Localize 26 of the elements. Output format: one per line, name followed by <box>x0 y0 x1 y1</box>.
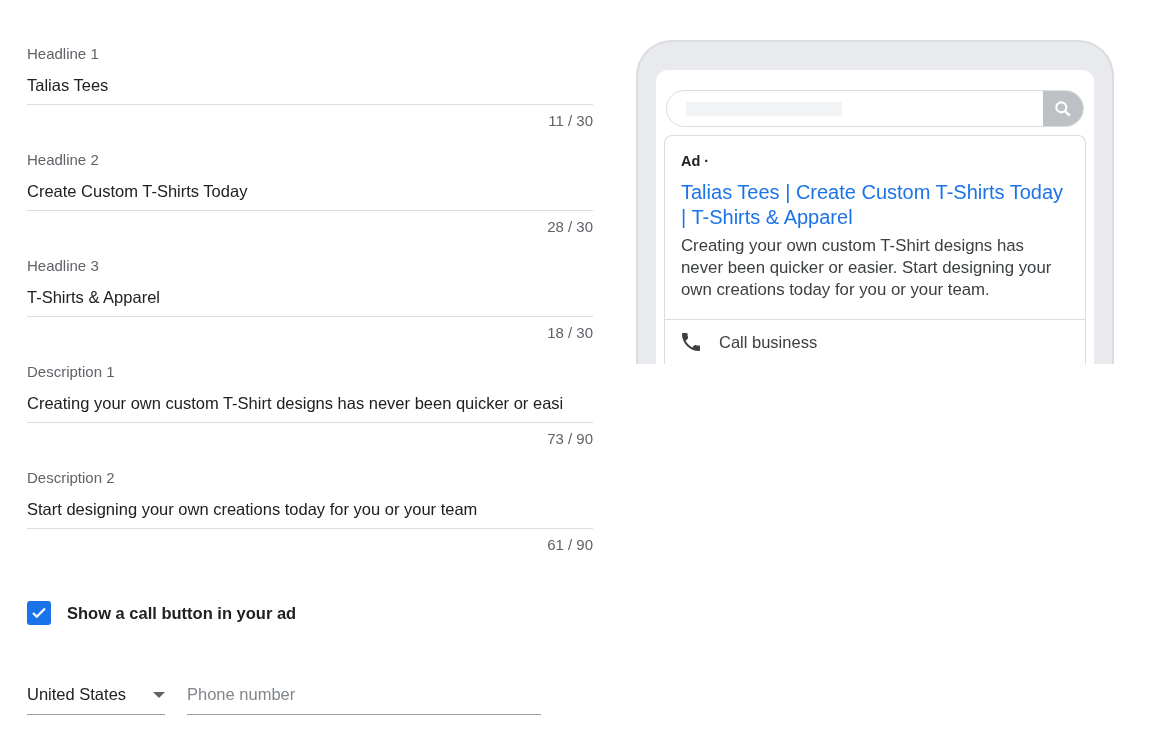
checkbox-label: Show a call button in your ad <box>67 603 297 623</box>
field-label: Headline 2 <box>27 151 100 169</box>
phone-icon <box>679 330 703 354</box>
text-field[interactable]: Start designing your own creations today for you or your team <box>27 499 593 529</box>
character-counter: 73 / 90 <box>547 430 593 448</box>
character-counter: 61 / 90 <box>547 536 593 554</box>
country-dropdown[interactable]: United States <box>27 681 165 715</box>
field-label: Headline 3 <box>27 257 100 275</box>
text-field[interactable]: Talias Tees <box>27 75 593 105</box>
text-field[interactable]: Creating your own custom T-Shirt designs has never been quicker or easi <box>27 393 593 423</box>
search-button[interactable] <box>1043 91 1083 126</box>
ad-description: Creating your own custom T-Shirt designs has never been quicker or easier. Start designing your own creations today for you or your team. <box>681 235 1053 301</box>
character-counter: 11 / 30 <box>548 112 593 130</box>
field-label: Description 1 <box>27 363 116 381</box>
text-field[interactable]: Create Custom T-Shirts Today <box>27 181 593 211</box>
ad-headline[interactable]: Talias Tees | Create Custom T-Shirts Today | T-Shirts & Apparel <box>681 180 1069 230</box>
ad-label: Ad · <box>681 153 711 169</box>
field-label: Headline 1 <box>27 45 100 63</box>
character-counter: 28 / 30 <box>547 218 593 236</box>
search-icon <box>1053 98 1073 119</box>
text-field[interactable]: T-Shirts & Apparel <box>27 287 593 317</box>
character-counter: 18 / 30 <box>547 324 593 342</box>
field-label: Description 2 <box>27 469 116 487</box>
caret-icon <box>153 691 165 698</box>
call-business-label[interactable]: Call business <box>719 332 818 352</box>
checkbox[interactable] <box>27 601 51 625</box>
